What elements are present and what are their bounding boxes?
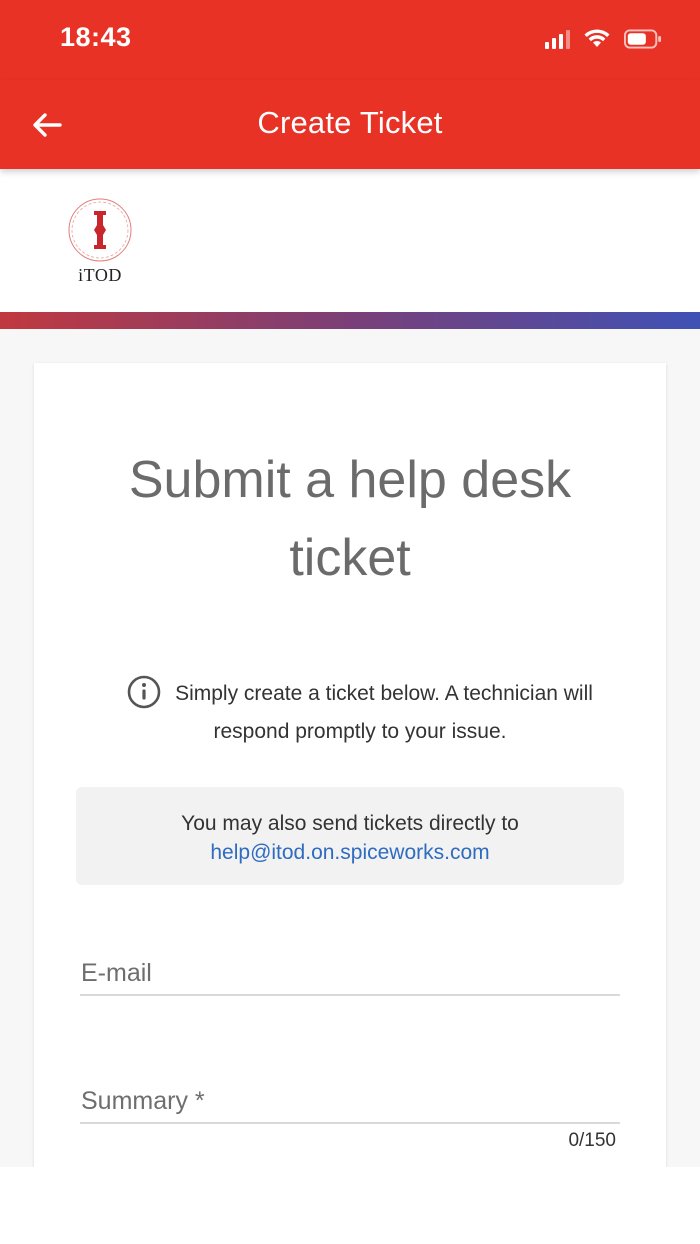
- info-text: Simply create a ticket below. A technici…: [175, 682, 593, 743]
- email-field[interactable]: E-mail: [80, 942, 620, 996]
- notice-text: You may also send tickets directly to: [181, 812, 519, 835]
- email-notice-box: You may also send tickets directly to he…: [76, 787, 624, 885]
- cellular-signal-icon: [545, 29, 570, 49]
- status-icons: [545, 28, 662, 50]
- logo-header: iTOD: [0, 169, 700, 312]
- summary-field[interactable]: Summary *: [80, 1070, 620, 1124]
- summary-char-counter: 0/150: [568, 1130, 616, 1151]
- email-field-label: E-mail: [81, 959, 152, 987]
- info-message: Simply create a ticket below. A technici…: [94, 675, 626, 751]
- logo-text: iTOD: [78, 265, 122, 285]
- battery-icon: [624, 29, 662, 49]
- itod-logo: iTOD: [64, 197, 136, 289]
- page-title: Create Ticket: [257, 105, 443, 140]
- support-email-link[interactable]: help@itod.on.spiceworks.com: [76, 838, 624, 867]
- app-bar: Create Ticket: [0, 80, 700, 169]
- wifi-icon: [584, 29, 610, 47]
- status-bar: 18:43: [0, 0, 700, 80]
- info-circle-icon: [127, 676, 161, 709]
- bottom-area: [0, 1167, 700, 1244]
- summary-field-label: Summary *: [81, 1087, 205, 1115]
- gradient-divider: [0, 312, 700, 329]
- ticket-form-card: Submit a help desk ticket Simply create …: [34, 363, 666, 1167]
- itod-logo-icon: [68, 198, 132, 262]
- form-title: Submit a help desk ticket: [128, 451, 572, 587]
- status-time: 18:43: [60, 22, 132, 52]
